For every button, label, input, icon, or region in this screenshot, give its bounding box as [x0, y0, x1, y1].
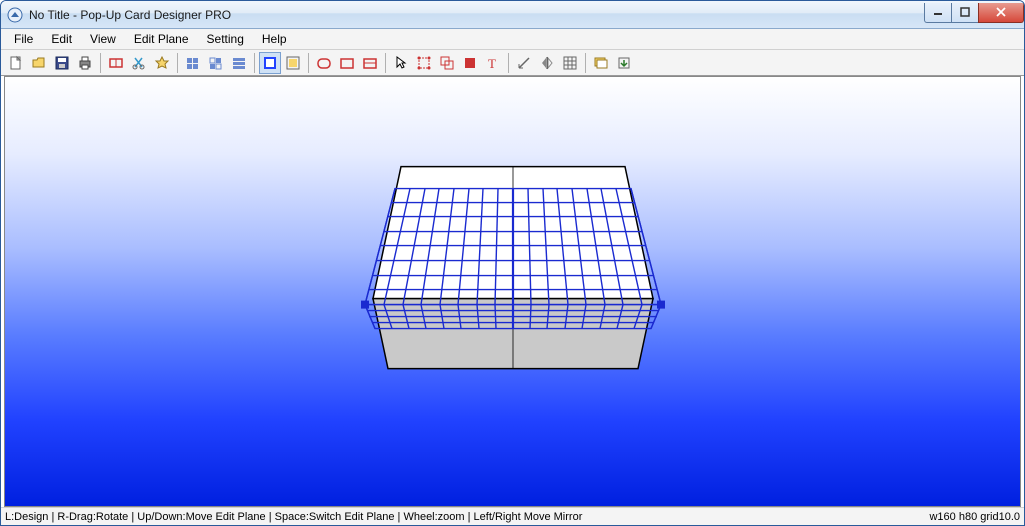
new-file-icon[interactable]: [5, 52, 27, 74]
toolbar-separator: [100, 53, 101, 73]
menu-view[interactable]: View: [81, 30, 125, 48]
maximize-button[interactable]: [951, 3, 979, 23]
shape-rounded-icon[interactable]: [313, 52, 335, 74]
grid-block2-icon[interactable]: [205, 52, 227, 74]
toolbar-separator: [254, 53, 255, 73]
cut-icon[interactable]: [128, 52, 150, 74]
export-icon[interactable]: [613, 52, 635, 74]
status-help-text: L:Design | R-Drag:Rotate | Up/Down:Move …: [5, 511, 929, 523]
view-flat-icon[interactable]: [282, 52, 304, 74]
shape-rect-icon[interactable]: [336, 52, 358, 74]
app-icon: [7, 7, 23, 23]
menu-setting[interactable]: Setting: [198, 30, 253, 48]
popup-card-preview: [353, 158, 673, 388]
toolbar-separator: [177, 53, 178, 73]
selection-tool-icon[interactable]: [413, 52, 435, 74]
layers-icon[interactable]: [590, 52, 612, 74]
red-panel-icon[interactable]: [459, 52, 481, 74]
card-outline-icon[interactable]: [105, 52, 127, 74]
grid-block-icon[interactable]: [182, 52, 204, 74]
grid-settings-icon[interactable]: [559, 52, 581, 74]
select-icon[interactable]: [390, 52, 412, 74]
mirror-icon[interactable]: [536, 52, 558, 74]
toolbar-separator: [385, 53, 386, 73]
grid-strip-icon[interactable]: [228, 52, 250, 74]
close-button[interactable]: [978, 3, 1024, 23]
view-3d-icon[interactable]: [259, 52, 281, 74]
toolbar: T: [1, 50, 1024, 76]
measure-icon[interactable]: [513, 52, 535, 74]
menu-edit-plane[interactable]: Edit Plane: [125, 30, 198, 48]
text-tool-icon[interactable]: T: [482, 52, 504, 74]
canvas-area: [4, 76, 1021, 507]
svg-text:T: T: [488, 56, 496, 71]
window-title: No Title - Pop-Up Card Designer PRO: [29, 8, 925, 22]
shape-panel-icon[interactable]: [359, 52, 381, 74]
menubar: File Edit View Edit Plane Setting Help: [1, 29, 1024, 50]
save-icon[interactable]: [51, 52, 73, 74]
app-window: No Title - Pop-Up Card Designer PRO File…: [0, 0, 1025, 526]
menu-help[interactable]: Help: [253, 30, 296, 48]
statusbar: L:Design | R-Drag:Rotate | Up/Down:Move …: [1, 507, 1024, 525]
toolbar-separator: [508, 53, 509, 73]
minimize-button[interactable]: [924, 3, 952, 23]
status-dimensions: w160 h80 grid10.0: [929, 511, 1020, 523]
menu-edit[interactable]: Edit: [42, 30, 81, 48]
window-buttons: [925, 3, 1024, 23]
menu-file[interactable]: File: [5, 30, 42, 48]
toolbar-separator: [308, 53, 309, 73]
open-file-icon[interactable]: [28, 52, 50, 74]
toolbar-separator: [585, 53, 586, 73]
favorite-icon[interactable]: [151, 52, 173, 74]
print-icon[interactable]: [74, 52, 96, 74]
group-icon[interactable]: [436, 52, 458, 74]
titlebar[interactable]: No Title - Pop-Up Card Designer PRO: [1, 1, 1024, 29]
design-canvas[interactable]: [5, 77, 1020, 506]
